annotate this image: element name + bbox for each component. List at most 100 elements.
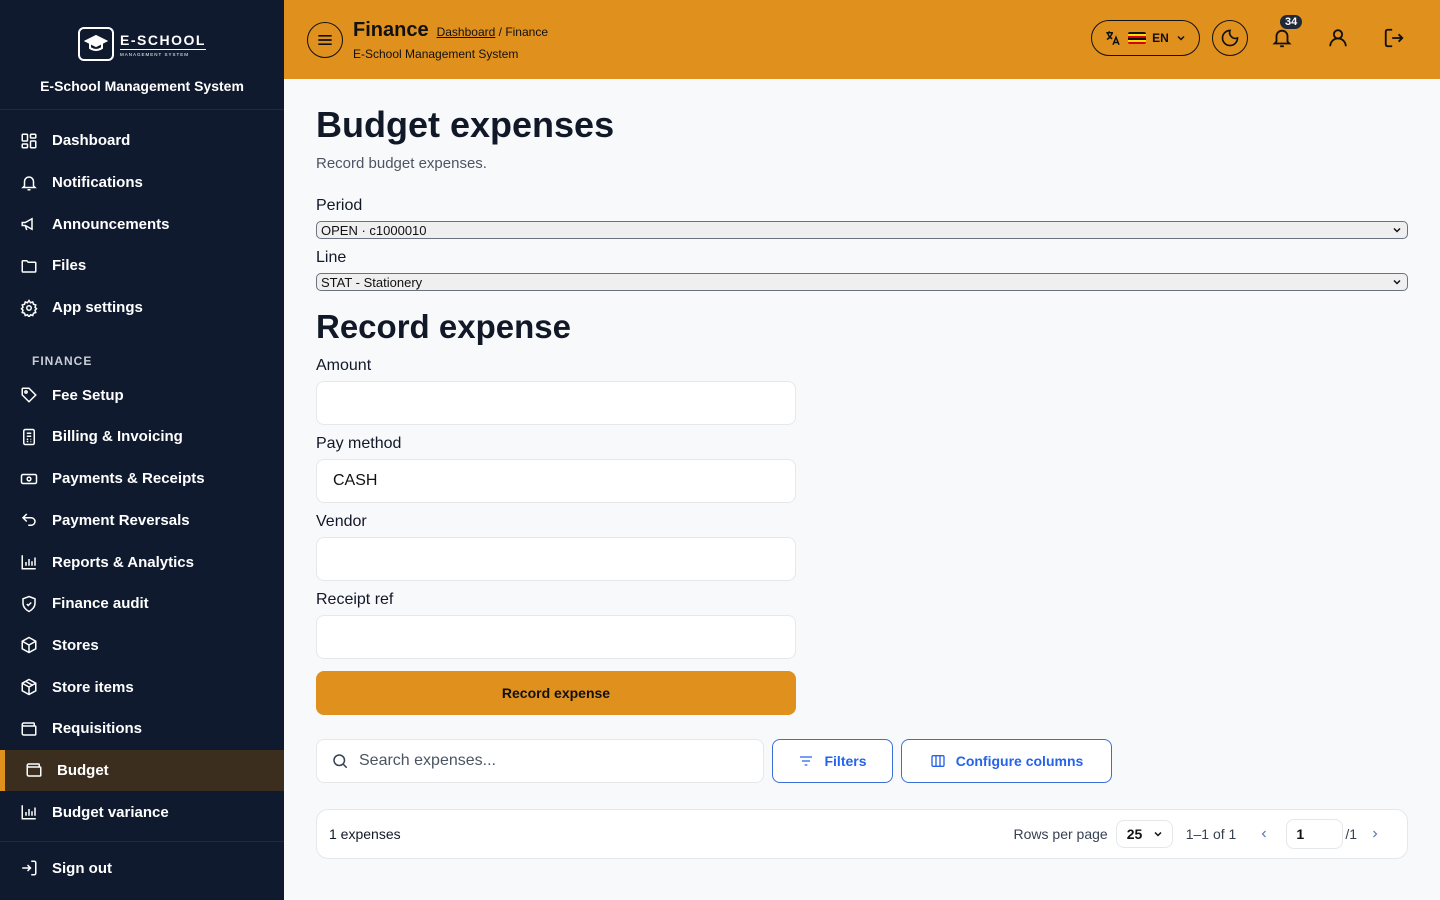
sidebar-item-label: Budget variance — [52, 803, 169, 821]
sidebar-section-finance: FINANCE — [32, 354, 93, 369]
section-title: Record expense — [316, 308, 571, 345]
sidebar-item-billing[interactable]: Billing & Invoicing — [0, 416, 284, 458]
invoice-icon — [23, 428, 35, 446]
line-select[interactable]: STAT - Stationery — [316, 273, 1408, 291]
menu-toggle-button[interactable] — [307, 21, 343, 58]
pay-method-input[interactable]: CASH — [316, 459, 796, 503]
line-select-value: STAT - Stationery — [321, 274, 423, 290]
bar-chart-icon — [21, 555, 36, 570]
theme-toggle-button[interactable] — [1212, 20, 1248, 56]
profile-button[interactable] — [1320, 20, 1356, 56]
moon-icon — [1221, 29, 1239, 47]
sidebar-item-files[interactable]: Files — [0, 245, 284, 287]
notifications-button[interactable]: 34 — [1264, 15, 1303, 56]
sidebar-item-label: Announcements — [52, 215, 170, 233]
sidebar-item-payment-reversals[interactable]: Payment Reversals — [0, 500, 284, 542]
wallet-icon — [26, 763, 42, 778]
vendor-label: Vendor — [316, 513, 367, 530]
sidebar-item-budget-variance[interactable]: Budget variance — [0, 791, 284, 833]
megaphone-icon — [21, 217, 33, 231]
sidebar-item-stores[interactable]: Stores — [0, 625, 284, 667]
breadcrumb-dashboard-link[interactable]: Dashboard — [437, 25, 496, 39]
translate-icon — [1106, 31, 1120, 46]
receipt-ref-input[interactable] — [316, 615, 796, 659]
page-number-input[interactable]: 1 — [1286, 819, 1344, 849]
language-code: EN — [1152, 31, 1169, 45]
folder-icon — [21, 259, 37, 273]
sidebar-item-app-settings[interactable]: App settings — [0, 287, 284, 329]
logout-icon — [1384, 28, 1404, 48]
sidebar-item-label: Finance audit — [52, 595, 149, 613]
breadcrumb-current: Finance — [505, 24, 549, 39]
table-footer: 1 expenses Rows per page 25 1–1 of 1 1 /… — [316, 809, 1408, 859]
page-subtitle: Record budget expenses. — [316, 155, 487, 172]
undo-icon — [21, 513, 36, 527]
sidebar-item-finance-audit[interactable]: Finance audit — [0, 583, 284, 625]
amount-input[interactable] — [316, 381, 796, 425]
configure-columns-label: Configure columns — [955, 753, 1084, 769]
bell-icon — [21, 175, 37, 191]
search-icon — [333, 754, 348, 769]
money-icon — [20, 473, 38, 484]
record-expense-button[interactable]: Record expense — [316, 671, 796, 715]
vendor-input[interactable] — [316, 537, 796, 581]
sidebar-item-fee-setup[interactable]: Fee Setup — [0, 374, 284, 416]
chevron-down-icon — [1177, 35, 1185, 41]
period-select[interactable]: OPEN · c1000010 — [316, 221, 1408, 239]
table-toolbar: Search expenses... Filters Configure col… — [316, 739, 1408, 783]
sign-out-label: Sign out — [52, 859, 112, 877]
search-input[interactable]: Search expenses... — [316, 739, 764, 783]
sidebar-item-store-items[interactable]: Store items — [0, 666, 284, 708]
filter-icon — [800, 756, 813, 766]
bell-icon — [1272, 29, 1292, 48]
page-header-title: Finance — [353, 18, 429, 41]
configure-columns-button[interactable]: Configure columns — [901, 739, 1112, 783]
sidebar-item-label: App settings — [52, 299, 143, 317]
sidebar-item-payments[interactable]: Payments & Receipts — [0, 458, 284, 500]
sidebar-item-label: Stores — [52, 636, 99, 654]
sidebar: E-SCHOOL MANAGEMENT SYSTEM E-School Mana… — [0, 0, 284, 900]
filters-button[interactable]: Filters — [772, 739, 893, 783]
rows-per-page-select[interactable]: 25 — [1115, 820, 1173, 848]
chevron-down-icon — [1154, 831, 1162, 837]
sidebar-item-requisitions[interactable]: Requisitions — [0, 708, 284, 750]
notification-count-badge: 34 — [1280, 15, 1303, 29]
breadcrumb: Dashboard / Finance — [437, 25, 548, 39]
sidebar-item-label: Payment Reversals — [52, 511, 190, 529]
sidebar-item-label: Reports & Analytics — [52, 553, 194, 571]
wallet-icon — [21, 722, 37, 736]
pay-method-label: Pay method — [316, 435, 402, 452]
shield-icon — [22, 595, 36, 613]
user-icon — [1329, 29, 1347, 47]
sidebar-item-dashboard[interactable]: Dashboard — [0, 120, 284, 162]
top-header: Finance Dashboard / Finance E-School Man… — [284, 0, 1440, 79]
dashboard-icon — [21, 133, 37, 149]
sidebar-item-budget[interactable]: Budget — [0, 749, 284, 792]
page-range: 1–1 of 1 — [1185, 826, 1237, 842]
search-placeholder: Search expenses... — [359, 752, 496, 769]
language-selector[interactable]: EN — [1091, 20, 1200, 56]
chevron-left-icon — [1261, 830, 1267, 838]
chevron-down-icon — [1393, 227, 1401, 233]
sign-out-icon — [22, 860, 37, 876]
sidebar-item-announcements[interactable]: Announcements — [0, 203, 284, 245]
sidebar-item-label: Payments & Receipts — [52, 470, 205, 488]
sidebar-item-notifications[interactable]: Notifications — [0, 162, 284, 204]
sidebar-item-label: Billing & Invoicing — [52, 428, 183, 446]
app-logo: E-SCHOOL MANAGEMENT SYSTEM — [78, 27, 206, 61]
tag-icon — [21, 387, 37, 404]
header-subtitle: E-School Management System — [353, 46, 519, 61]
line-label: Line — [316, 249, 347, 266]
next-page-button[interactable] — [1363, 828, 1387, 840]
logout-button[interactable] — [1376, 20, 1412, 56]
sidebar-item-reports[interactable]: Reports & Analytics — [0, 541, 284, 583]
app-name: E-School Management System — [40, 78, 244, 94]
menu-icon — [318, 34, 332, 45]
prev-page-button[interactable] — [1252, 828, 1276, 840]
sidebar-item-label: Fee Setup — [52, 386, 124, 404]
sign-out-button[interactable]: Sign out — [0, 842, 284, 894]
bar-chart-icon — [21, 805, 36, 820]
graduation-cap-icon — [78, 27, 115, 61]
sidebar-item-label: Store items — [52, 678, 134, 696]
chevron-right-icon — [1373, 830, 1378, 838]
